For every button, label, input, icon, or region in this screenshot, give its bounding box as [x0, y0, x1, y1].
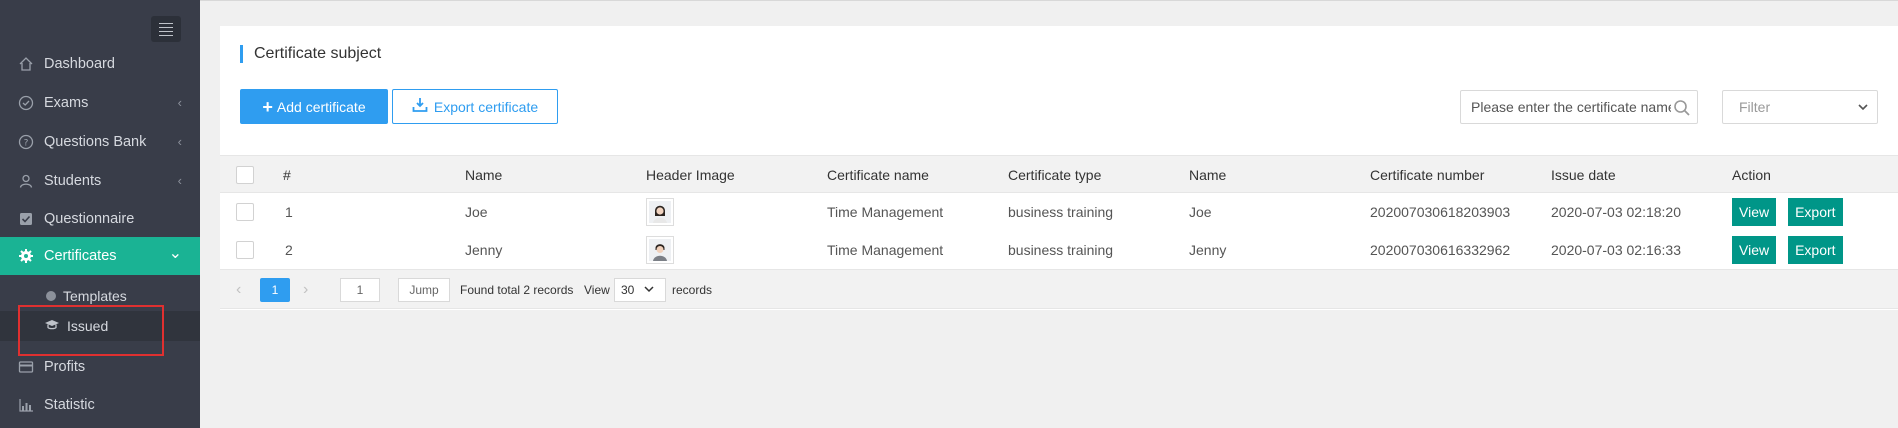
view-label: View — [584, 283, 610, 297]
gear-icon — [17, 247, 35, 265]
export-certificate-button[interactable]: Export certificate — [392, 89, 558, 124]
sidebar-item-certificates[interactable]: Certificates ⌄ — [0, 237, 200, 275]
checkbox-icon — [17, 210, 35, 228]
per-page-value: 30 — [621, 283, 635, 297]
sidebar-item-label: Profits — [44, 359, 86, 375]
sidebar-item-label: Statistic — [44, 397, 95, 413]
sidebar-item-label: Questionnaire — [44, 211, 135, 227]
menu-toggle-icon[interactable] — [151, 16, 181, 42]
sidebar-item-dashboard[interactable]: Dashboard — [0, 45, 200, 83]
sidebar-item-students[interactable]: Students ‹ — [0, 162, 200, 200]
home-icon — [17, 55, 35, 73]
row-certificate-type: business training — [1008, 204, 1114, 220]
search-icon[interactable] — [1673, 99, 1691, 117]
dot-icon — [46, 291, 56, 301]
row-actions: View Export — [1732, 231, 1855, 269]
bar-chart-icon — [17, 396, 35, 414]
chevron-left-icon: ‹ — [177, 134, 182, 149]
page-current[interactable]: 1 — [260, 278, 290, 302]
next-page-icon[interactable]: › — [303, 278, 308, 302]
export-button[interactable]: Export — [1788, 198, 1843, 226]
avatar — [646, 198, 674, 226]
user-icon — [17, 172, 35, 190]
sidebar-item-label: Exams — [44, 95, 89, 111]
jump-button[interactable]: Jump — [398, 278, 450, 302]
row-index: 2 — [285, 242, 293, 258]
sidebar-item-label: Dashboard — [44, 56, 115, 72]
row-index: 1 — [285, 204, 293, 220]
search-input[interactable] — [1461, 91, 1671, 123]
filter-placeholder: Filter — [1739, 99, 1771, 115]
filter-select[interactable]: Filter — [1722, 90, 1878, 124]
row-name: Joe — [1189, 204, 1212, 220]
column-header: Issue date — [1551, 167, 1616, 183]
avatar — [646, 236, 674, 264]
column-header: Certificate type — [1008, 167, 1102, 183]
sidebar-item-profits[interactable]: Profits — [0, 348, 200, 386]
column-header: # — [283, 167, 291, 183]
chevron-down-icon — [644, 283, 654, 297]
row-issue-date: 2020-07-03 02:16:33 — [1551, 242, 1681, 258]
chevron-left-icon: ‹ — [177, 173, 182, 188]
column-header: Name — [465, 167, 503, 183]
sidebar-item-label: Students — [44, 173, 102, 189]
column-header: Name — [1189, 167, 1227, 183]
chevron-left-icon: ‹ — [177, 95, 182, 110]
svg-text:?: ? — [24, 139, 29, 149]
jump-page-input[interactable]: 1 — [340, 278, 380, 302]
row-checkbox[interactable] — [236, 193, 254, 231]
table-row: 1 Joe Time Management business training … — [220, 193, 1898, 231]
column-header: Certificate number — [1370, 167, 1485, 183]
row-certificate-number: 202007030618203903 — [1370, 204, 1511, 220]
sidebar-item-label: Questions Bank — [44, 134, 147, 150]
question-circle-icon: ? — [17, 133, 35, 151]
sidebar-item-statistic[interactable]: Statistic — [0, 386, 200, 424]
per-page-select[interactable]: 30 — [614, 278, 666, 302]
sidebar-item-questionnaire[interactable]: Questionnaire — [0, 200, 200, 238]
export-certificate-label: Export certificate — [433, 98, 539, 115]
column-header: Header Image — [646, 167, 735, 183]
sidebar-item-exams[interactable]: Exams ‹ — [0, 84, 200, 122]
check-circle-icon — [17, 94, 35, 112]
sidebar: Dashboard Exams ‹ ? Questions Bank ‹ Stu… — [0, 0, 200, 428]
header-image[interactable] — [646, 231, 674, 269]
row-name: Joe — [465, 204, 488, 220]
records-label: records — [672, 283, 713, 297]
view-button[interactable]: View — [1732, 236, 1777, 264]
sidebar-item-questions-bank[interactable]: ? Questions Bank ‹ — [0, 123, 200, 161]
total-records: Found total 2 records — [460, 283, 574, 297]
chevron-down-icon — [1857, 101, 1869, 116]
row-checkbox[interactable] — [236, 231, 254, 269]
select-all-checkbox[interactable] — [236, 156, 254, 194]
row-name: Jenny — [465, 242, 503, 258]
view-button[interactable]: View — [1732, 198, 1777, 226]
row-certificate-name: Time Management — [827, 204, 944, 220]
header-image[interactable] — [646, 193, 674, 231]
download-icon — [412, 97, 428, 116]
row-certificate-number: 202007030616332962 — [1370, 242, 1511, 258]
prev-page-icon[interactable]: ‹ — [236, 278, 241, 302]
row-actions: View Export — [1732, 193, 1855, 231]
sidebar-item-label: Certificates — [44, 248, 117, 264]
panel-title: Certificate subject — [240, 45, 381, 63]
plus-icon: + — [262, 96, 273, 117]
sidebar-subitem-label: Templates — [63, 288, 127, 304]
credit-card-icon — [17, 358, 35, 376]
row-name: Jenny — [1189, 242, 1227, 258]
pagination: ‹ 1 › 1 Jump Found total 2 records View … — [220, 269, 1898, 309]
chevron-down-icon: ⌄ — [168, 245, 182, 262]
add-certificate-button[interactable]: + Add certificate — [240, 89, 388, 124]
column-header: Certificate name — [827, 167, 929, 183]
top-divider — [200, 0, 1898, 1]
add-certificate-label: Add certificate — [276, 98, 366, 115]
export-button[interactable]: Export — [1788, 236, 1843, 264]
table-header: # Name Header Image Certificate name Cer… — [220, 155, 1898, 193]
row-issue-date: 2020-07-03 02:18:20 — [1551, 204, 1681, 220]
row-certificate-type: business training — [1008, 242, 1114, 258]
certificate-search — [1460, 90, 1698, 124]
row-certificate-name: Time Management — [827, 242, 944, 258]
table-row: 2 Jenny Time Management business trainin… — [220, 231, 1898, 269]
column-header: Action — [1732, 167, 1771, 183]
